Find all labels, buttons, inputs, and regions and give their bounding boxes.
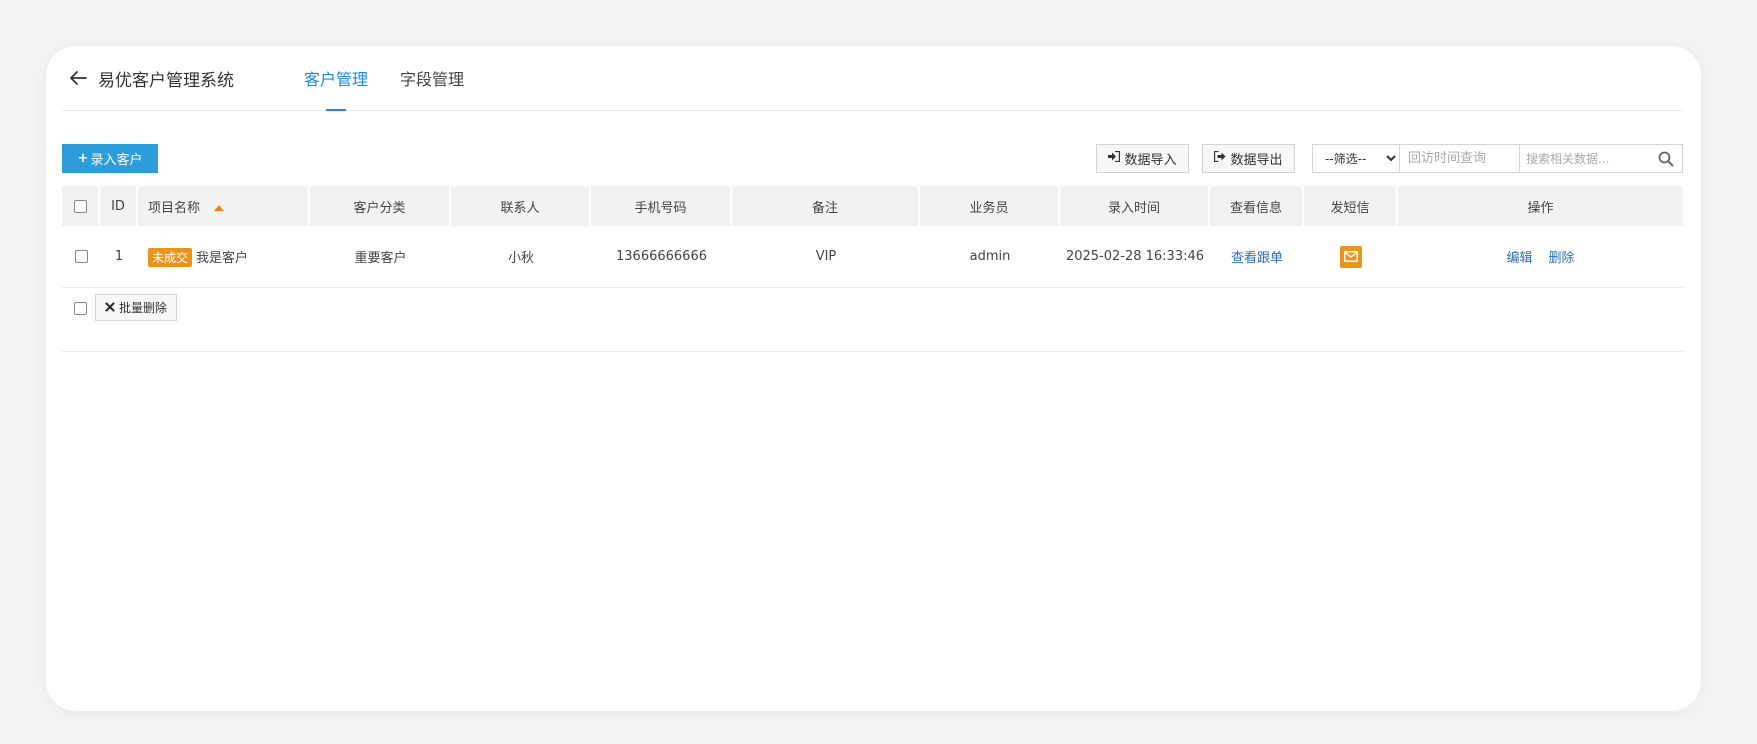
row-sms (1304, 226, 1398, 288)
tab-customer-management[interactable]: 客户管理 (288, 46, 384, 111)
envelope-icon[interactable] (1340, 245, 1362, 268)
header-project-name-label: 项目名称 (148, 200, 201, 216)
search-input[interactable] (1520, 145, 1650, 172)
footer-select-all-checkbox[interactable] (74, 302, 87, 315)
batch-delete-button[interactable]: 批量删除 (95, 294, 177, 321)
row-created: 2025-02-28 16:33:46 (1060, 226, 1210, 288)
toolbar: + 录入客户 数据导入 数据导出 --筛选-- (62, 144, 1683, 176)
select-all-checkbox[interactable] (73, 199, 87, 213)
header-select-all (62, 186, 100, 226)
visit-date-input[interactable] (1400, 144, 1520, 173)
add-customer-label: 录入客户 (90, 153, 143, 168)
search-icon[interactable] (1658, 151, 1674, 167)
header-created: 录入时间 (1060, 186, 1210, 226)
customer-name: 我是客户 (196, 250, 249, 266)
plus-icon: + (77, 151, 89, 166)
filter-select[interactable]: --筛选-- (1312, 144, 1400, 173)
table-header-row: ID 项目名称 客户分类 联系人 手机号码 备注 业务员 录入时间 查看信息 发… (62, 186, 1683, 226)
header-view-info: 查看信息 (1210, 186, 1304, 226)
row-remark: VIP (732, 226, 920, 288)
row-project-name: 未成交 我是客户 (138, 226, 310, 288)
export-data-label: 数据导出 (1230, 153, 1283, 168)
tab-field-management[interactable]: 字段管理 (384, 46, 480, 110)
sort-up-icon[interactable] (214, 205, 225, 211)
customer-table: ID 项目名称 客户分类 联系人 手机号码 备注 业务员 录入时间 查看信息 发… (62, 186, 1683, 288)
main-card: 易优客户管理系统 客户管理 字段管理 + 录入客户 数据导入 数据导出 --筛选… (46, 46, 1701, 711)
header-actions: 操作 (1398, 186, 1683, 226)
add-customer-button[interactable]: + 录入客户 (62, 144, 158, 173)
app-title: 易优客户管理系统 (98, 70, 234, 91)
view-follow-up-link[interactable]: 查看跟单 (1231, 251, 1283, 266)
table-row: 1 未成交 我是客户 重要客户 小秋 13666666666 VIP admin … (62, 226, 1683, 288)
header-category: 客户分类 (310, 186, 451, 226)
content-area: 易优客户管理系统 客户管理 字段管理 + 录入客户 数据导入 数据导出 --筛选… (62, 46, 1683, 352)
row-view-info: 查看跟单 (1210, 226, 1304, 288)
row-actions: 编辑 删除 (1398, 226, 1683, 288)
page-header: 易优客户管理系统 客户管理 字段管理 (62, 46, 1683, 111)
row-salesman: admin (920, 226, 1060, 288)
sign-out-icon (1214, 150, 1226, 166)
row-phone: 13666666666 (591, 226, 732, 288)
delete-link[interactable]: 删除 (1549, 251, 1575, 266)
batch-delete-label: 批量删除 (118, 301, 167, 315)
row-category: 重要客户 (310, 226, 451, 288)
close-icon (105, 301, 115, 315)
header-id: ID (100, 186, 138, 226)
header-project-name[interactable]: 项目名称 (138, 186, 310, 226)
back-arrow-icon[interactable] (68, 68, 88, 88)
export-data-button[interactable]: 数据导出 (1202, 144, 1295, 173)
edit-link[interactable]: 编辑 (1506, 251, 1532, 266)
row-contact: 小秋 (451, 226, 591, 288)
import-data-label: 数据导入 (1124, 153, 1177, 168)
tab-bar: 客户管理 字段管理 (288, 46, 480, 111)
row-id: 1 (100, 226, 138, 288)
header-salesman: 业务员 (920, 186, 1060, 226)
table-footer: 批量删除 (62, 288, 1683, 352)
header-remark: 备注 (732, 186, 920, 226)
row-checkbox[interactable] (74, 250, 88, 263)
header-phone: 手机号码 (591, 186, 732, 226)
status-badge: 未成交 (148, 247, 193, 267)
import-data-button[interactable]: 数据导入 (1096, 144, 1189, 173)
header-sms: 发短信 (1304, 186, 1398, 226)
sign-in-icon (1108, 150, 1121, 166)
row-select-cell (62, 226, 100, 288)
search-box (1520, 144, 1683, 173)
header-contact: 联系人 (451, 186, 591, 226)
